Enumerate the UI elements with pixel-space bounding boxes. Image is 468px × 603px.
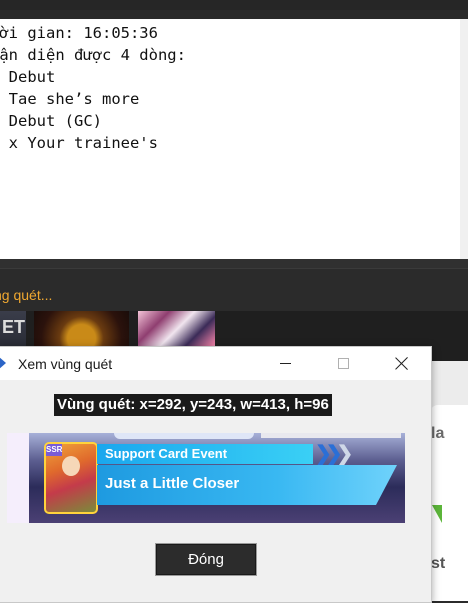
console-output: hời gian: 16:05:36 hận diện được 4 dòng:…	[0, 19, 460, 260]
thumbnail-text: ET	[2, 317, 26, 337]
console-scrollbar[interactable]	[460, 19, 468, 260]
console-line: hận diện được 4 dòng:	[0, 46, 186, 64]
scan-region-dialog: Xem vùng quét Vùng quét: x=292, y=243, w…	[0, 346, 432, 603]
console-line: hời gian: 16:05:36	[0, 24, 158, 42]
maximize-button[interactable]	[320, 347, 366, 380]
status-bar: ng quét...	[0, 268, 468, 312]
event-header: Support Card Event	[97, 444, 313, 464]
preview-decoration	[261, 433, 401, 438]
app-icon	[0, 357, 6, 369]
region-coordinates-label: Vùng quét: x=292, y=243, w=413, h=96	[54, 394, 332, 416]
top-strip	[0, 0, 468, 10]
console-line: . Tae she’s more	[0, 90, 140, 108]
minimize-icon	[279, 363, 291, 364]
console-line: . Debut	[8, 68, 56, 86]
divider	[0, 259, 468, 268]
card-character-face	[62, 456, 80, 476]
close-icon	[395, 357, 408, 370]
preview-decoration	[114, 433, 254, 439]
close-window-button[interactable]	[378, 347, 424, 380]
window-title: Xem vùng quét	[18, 356, 113, 372]
status-text: ng quét...	[0, 287, 53, 303]
preview-background: SSR Support Card Event ❯❯❯ Just a Little…	[29, 433, 405, 523]
scan-preview-image: SSR Support Card Event ❯❯❯ Just a Little…	[7, 433, 405, 523]
close-button[interactable]: Đóng	[155, 543, 257, 576]
card-rarity-badge: SSR	[46, 444, 63, 456]
background-text: la	[431, 425, 445, 442]
green-marker	[432, 505, 442, 523]
maximize-icon	[337, 358, 349, 369]
background-text: st	[431, 555, 446, 572]
event-title: Just a Little Closer	[105, 475, 240, 492]
minimize-button[interactable]	[262, 347, 308, 380]
console-line: . x Your trainee's	[0, 134, 158, 152]
title-bar[interactable]: Xem vùng quét	[0, 347, 431, 380]
console-line: . Debut (GC)	[0, 112, 102, 130]
chevrons-icon: ❯❯❯	[315, 443, 353, 465]
support-card-art: SSR	[44, 442, 98, 514]
